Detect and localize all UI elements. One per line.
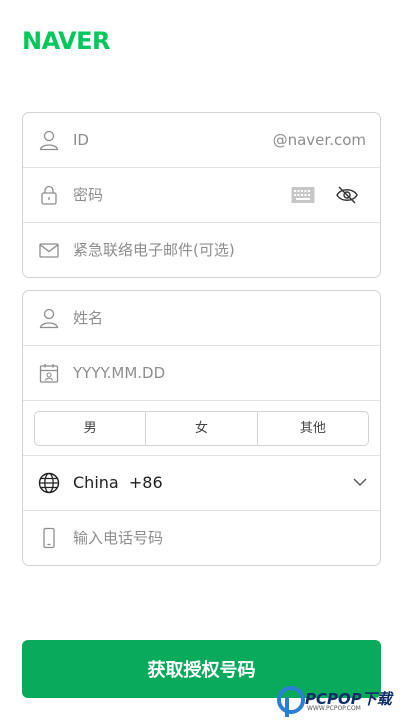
id-input[interactable]: ID bbox=[73, 113, 89, 167]
id-domain-suffix: @naver.com bbox=[272, 131, 366, 149]
user-icon bbox=[39, 308, 59, 329]
phone-icon bbox=[43, 527, 55, 549]
phone-field[interactable]: 输入电话号码 bbox=[23, 511, 380, 565]
profile-box: 姓名 YYYY.MM.DD 男 女 其他 China +86 输入电话号码 bbox=[22, 290, 381, 566]
email-input[interactable]: 紧急联络电子邮件(可选) bbox=[73, 223, 235, 277]
eye-off-icon[interactable] bbox=[335, 184, 359, 206]
gender-segmented-control: 男 女 其他 bbox=[34, 411, 369, 446]
name-field[interactable]: 姓名 bbox=[23, 291, 380, 346]
country-selector[interactable]: China +86 bbox=[23, 456, 380, 511]
phone-input[interactable]: 输入电话号码 bbox=[73, 511, 163, 565]
watermark-subtext: WWW.PCPOP.COM bbox=[307, 705, 361, 712]
keyboard-icon[interactable] bbox=[291, 184, 315, 206]
gender-option-female[interactable]: 女 bbox=[146, 412, 258, 445]
chevron-down-icon[interactable] bbox=[351, 473, 369, 491]
lock-icon bbox=[41, 185, 57, 205]
account-box: ID @naver.com 密码 紧急联络电子邮件(可选) bbox=[22, 112, 381, 278]
id-field[interactable]: ID @naver.com bbox=[23, 113, 380, 168]
country-name: China +86 bbox=[73, 473, 163, 492]
email-field[interactable]: 紧急联络电子邮件(可选) bbox=[23, 223, 380, 277]
birthdate-field[interactable]: YYYY.MM.DD bbox=[23, 346, 380, 401]
password-field[interactable]: 密码 bbox=[23, 168, 380, 223]
gender-option-other[interactable]: 其他 bbox=[258, 412, 368, 445]
mail-icon bbox=[39, 243, 59, 258]
password-input[interactable]: 密码 bbox=[73, 168, 103, 222]
naver-logo: NAVER bbox=[22, 27, 110, 55]
user-icon bbox=[39, 130, 59, 151]
calendar-icon bbox=[39, 364, 59, 383]
name-input[interactable]: 姓名 bbox=[73, 291, 103, 345]
birthdate-input[interactable]: YYYY.MM.DD bbox=[73, 346, 165, 400]
globe-icon bbox=[38, 472, 60, 494]
gender-option-male[interactable]: 男 bbox=[35, 412, 147, 445]
gender-selector-row: 男 女 其他 bbox=[23, 401, 380, 456]
